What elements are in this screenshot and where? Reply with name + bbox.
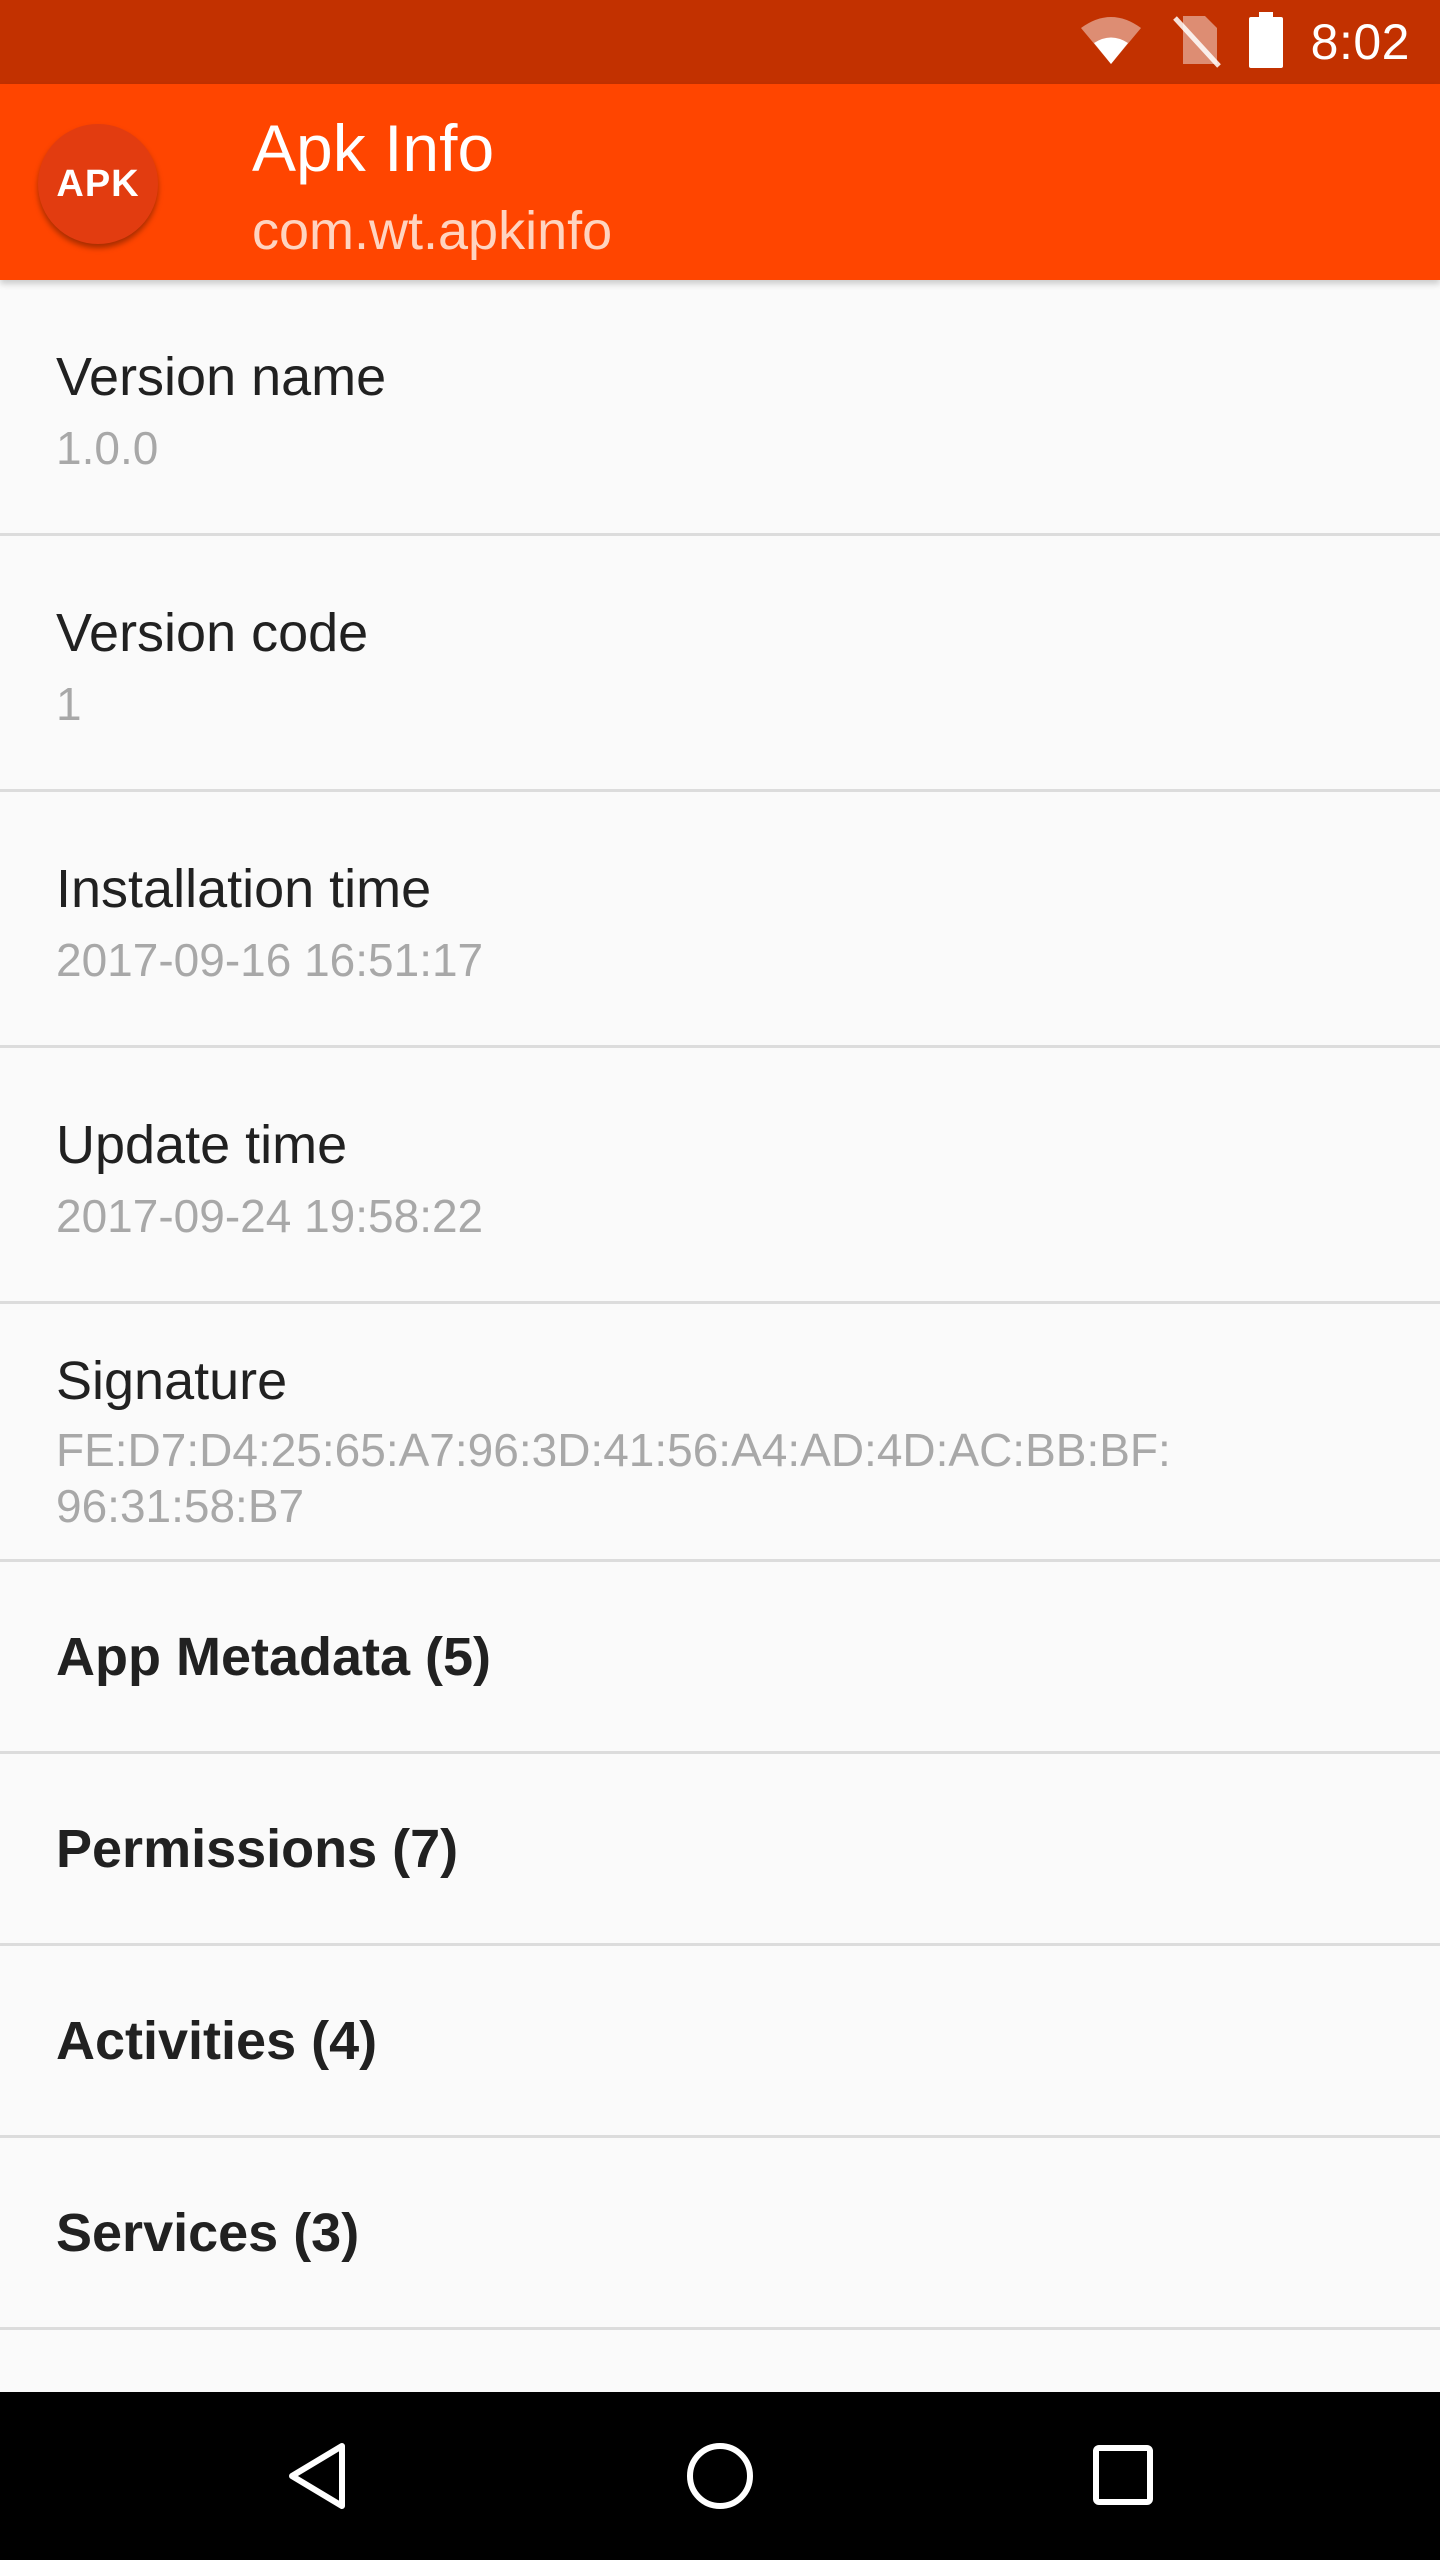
installation-time-value: 2017-09-16 16:51:17 [56, 934, 484, 986]
section-activities[interactable]: Activities (4) [0, 1946, 1440, 2138]
update-time-value: 2017-09-24 19:58:22 [56, 1190, 484, 1242]
list-item-signature[interactable]: Signature FE:D7:D4:25:65:A7:96:3D:41:56:… [0, 1304, 1440, 1562]
update-time-label: Update time [56, 1115, 348, 1175]
status-time: 8:02 [1310, 14, 1410, 70]
signature-label: Signature [56, 1351, 288, 1411]
list-item-version-code[interactable]: Version code 1 [0, 536, 1440, 792]
version-name-label: Version name [56, 347, 387, 407]
section-app-metadata[interactable]: App Metadata (5) [0, 1562, 1440, 1754]
wifi-icon [1079, 14, 1143, 71]
section-permissions[interactable]: Permissions (7) [0, 1754, 1440, 1946]
recents-icon[interactable] [1084, 2436, 1164, 2516]
installation-time-label: Installation time [56, 859, 432, 919]
navigation-bar [0, 2392, 1440, 2560]
apk-info-list: Version name 1.0.0 Version code 1 Instal… [0, 280, 1440, 2330]
status-bar: 8:02 [0, 0, 1440, 84]
app-title: Apk Info [252, 111, 495, 185]
list-item-installation-time[interactable]: Installation time 2017-09-16 16:51:17 [0, 792, 1440, 1048]
list-item-version-name[interactable]: Version name 1.0.0 [0, 280, 1440, 536]
signature-value: FE:D7:D4:25:65:A7:96:3D:41:56:A4:AD:4D:A… [56, 1424, 1171, 1533]
app-package-name: com.wt.apkinfo [252, 201, 613, 261]
section-services[interactable]: Services (3) [0, 2138, 1440, 2330]
no-sim-icon [1171, 12, 1221, 73]
home-icon[interactable] [680, 2436, 760, 2516]
list-item-update-time[interactable]: Update time 2017-09-24 19:58:22 [0, 1048, 1440, 1304]
permissions-label: Permissions (7) [56, 1818, 459, 1879]
app-bar: APK Apk Info com.wt.apkinfo [0, 84, 1440, 280]
battery-icon [1248, 11, 1283, 73]
version-code-label: Version code [56, 603, 369, 663]
version-name-value: 1.0.0 [56, 422, 159, 474]
activities-label: Activities (4) [56, 2010, 378, 2071]
app-logo: APK [38, 124, 158, 244]
services-label: Services (3) [56, 2202, 360, 2263]
version-code-value: 1 [56, 678, 82, 730]
back-icon[interactable] [280, 2436, 360, 2516]
app-metadata-label: App Metadata (5) [56, 1626, 492, 1687]
